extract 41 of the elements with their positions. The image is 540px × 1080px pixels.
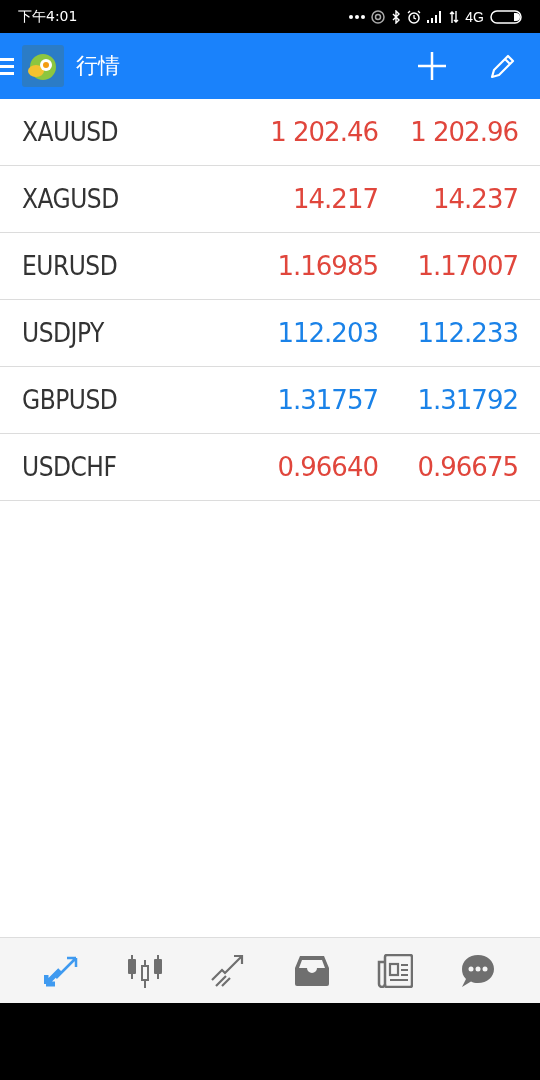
menu-icon[interactable] xyxy=(0,56,14,76)
bluetooth-icon xyxy=(391,9,402,24)
alarm-icon xyxy=(407,9,422,24)
more-dots-icon xyxy=(349,13,366,20)
hotspot-icon xyxy=(371,9,386,24)
bid-price: 1 202.46 xyxy=(269,117,378,147)
signal-icon xyxy=(427,10,444,23)
symbol-name: USDJPY xyxy=(22,318,105,348)
ask-price: 1.31792 xyxy=(416,385,518,415)
symbol-name: GBPUSD xyxy=(22,385,119,415)
symbol-name: XAUUSD xyxy=(22,117,120,147)
bid-price: 1.16985 xyxy=(276,251,378,281)
ask-price: 112.233 xyxy=(416,318,518,348)
quote-row[interactable]: XAGUSD 14.217 14.237 xyxy=(0,166,540,233)
candlestick-icon[interactable] xyxy=(127,953,163,988)
bid-price: 0.96640 xyxy=(276,452,378,482)
chat-bubble-icon[interactable] xyxy=(460,953,497,988)
ask-price: 14.237 xyxy=(432,184,518,214)
quote-row[interactable]: EURUSD 1.16985 1.17007 xyxy=(0,233,540,300)
network-type: 4G xyxy=(465,8,484,25)
ask-price: 0.96675 xyxy=(416,452,518,482)
symbol-name: EURUSD xyxy=(22,251,119,281)
symbol-name: USDCHF xyxy=(22,452,118,482)
quote-row[interactable]: USDJPY 112.203 112.233 xyxy=(0,300,540,367)
screen-title: 行情 xyxy=(76,52,120,80)
quote-row[interactable]: USDCHF 0.96640 0.96675 xyxy=(0,434,540,501)
add-icon[interactable] xyxy=(416,50,448,82)
clock-time: 下午4:01 xyxy=(18,7,78,26)
bid-price: 14.217 xyxy=(292,184,378,214)
ask-price: 1 202.96 xyxy=(409,117,518,147)
inbox-tray-icon[interactable] xyxy=(293,954,330,987)
bid-price: 112.203 xyxy=(276,318,378,348)
data-arrows-icon xyxy=(449,10,460,23)
newspaper-icon[interactable] xyxy=(376,953,413,988)
bid-price: 1.31757 xyxy=(276,385,378,415)
app-logo-icon xyxy=(22,45,64,87)
quote-row[interactable]: XAUUSD 1 202.46 1 202.96 xyxy=(0,99,540,166)
symbol-name: XAGUSD xyxy=(22,184,120,214)
quote-row[interactable]: GBPUSD 1.31757 1.31792 xyxy=(0,367,540,434)
battery-icon xyxy=(490,9,522,24)
ask-price: 1.17007 xyxy=(416,251,518,281)
